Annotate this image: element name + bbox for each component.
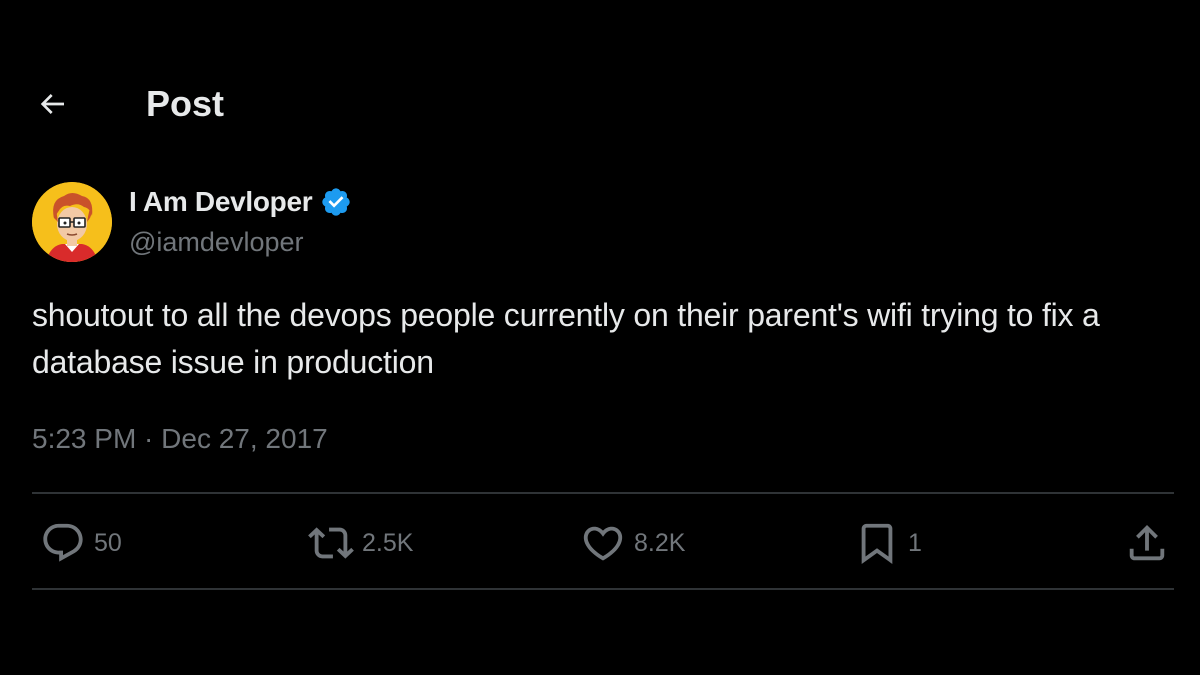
like-button[interactable]: 8.2K — [580, 520, 685, 566]
bookmark-count: 1 — [908, 529, 922, 557]
back-button[interactable] — [30, 84, 74, 124]
reply-icon — [43, 523, 83, 562]
author-name-row: I Am Devloper — [129, 185, 352, 219]
bookmark-button[interactable]: 1 — [854, 520, 922, 566]
reply-button[interactable]: 50 — [40, 520, 122, 566]
repost-icon — [308, 527, 354, 559]
post-timestamp[interactable]: 5:23 PM · Dec 27, 2017 — [32, 420, 328, 458]
like-count: 8.2K — [634, 529, 686, 557]
share-icon — [1129, 524, 1165, 561]
divider — [32, 492, 1174, 494]
avatar[interactable] — [32, 182, 112, 262]
post-author: I Am Devloper @iamdevloper — [30, 180, 730, 264]
repost-count: 2.5K — [362, 529, 414, 557]
author-handle[interactable]: @iamdevloper — [129, 226, 304, 258]
post-text: shoutout to all the devops people curren… — [32, 297, 1100, 380]
verified-badge-icon[interactable] — [320, 186, 352, 218]
avatar-image — [32, 182, 112, 262]
heart-icon — [583, 526, 623, 561]
arrow-left-icon — [40, 94, 64, 114]
page-title: Post — [146, 83, 225, 124]
divider — [32, 588, 1174, 590]
reply-count: 50 — [94, 529, 122, 557]
repost-button[interactable]: 2.5K — [308, 520, 413, 566]
bookmark-icon — [861, 523, 893, 564]
author-name[interactable]: I Am Devloper — [129, 185, 313, 219]
post-header: Post — [0, 72, 1200, 136]
action-bar: 50 2.5K 8.2K 1 — [32, 520, 1174, 566]
share-button[interactable] — [1124, 520, 1170, 566]
